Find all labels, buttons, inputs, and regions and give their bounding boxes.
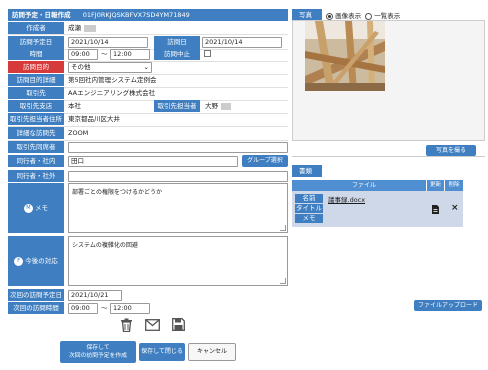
- attendee-label: 取引先同席者: [8, 141, 64, 153]
- internal-companion-input[interactable]: 田口: [68, 156, 238, 167]
- column-delete: 削除: [444, 180, 463, 191]
- divider: [292, 156, 485, 157]
- purpose-label: 訪問目的: [8, 61, 64, 73]
- next-time-label: 次回の訪問時間: [8, 302, 64, 314]
- contact-value: 大野: [205, 100, 231, 112]
- record-id: 01FJ0RKJQSKBFVX7SD4YM71849: [82, 11, 190, 19]
- external-companion-label: 同行者・社外: [8, 170, 64, 182]
- radio-list-label: 一覧表示: [374, 12, 401, 20]
- client-value: AAエンジニアリング株式会社: [68, 89, 156, 97]
- external-companion-input[interactable]: [68, 171, 288, 182]
- time-separator: ～: [101, 50, 108, 58]
- planned-date-label: 訪問予定日: [8, 36, 64, 48]
- form-title: 訪問予定・日報作成: [12, 11, 71, 19]
- cancel-button[interactable]: キャンセル: [188, 343, 236, 361]
- branch-label: 取引先支店: [8, 100, 64, 112]
- start-time-input[interactable]: 09:00: [68, 49, 98, 60]
- cancel-visit-checkbox[interactable]: [204, 50, 211, 57]
- address-label: 取引先担当者住所: [8, 113, 64, 125]
- document-row: 名前 タイトル メモ 議事録.docx ×: [292, 191, 463, 227]
- next-action-label-block: F 今後の対応: [8, 236, 64, 286]
- mail-icon[interactable]: [145, 319, 160, 333]
- end-time-input[interactable]: 12:00: [110, 49, 150, 60]
- radio-image-view[interactable]: [326, 12, 333, 20]
- save-and-create-next-button[interactable]: 保存して 次回の訪問予定を作成: [60, 341, 136, 363]
- doc-file-link[interactable]: 議事録.docx: [328, 194, 365, 204]
- photo-panel: 写真を撮る: [292, 20, 485, 156]
- chevron-down-icon: ⌄: [143, 63, 149, 71]
- author-label: 作成者: [8, 22, 64, 34]
- purpose-detail-value: 第5回社内管理システム定例会: [68, 76, 157, 84]
- next-date-label: 次回の訪問予定日: [8, 289, 64, 301]
- construction-photo[interactable]: [305, 21, 385, 91]
- column-file: ファイル: [352, 182, 377, 189]
- resize-handle[interactable]: [280, 278, 286, 284]
- photo-display-mode: 画像表示 一覧表示: [326, 10, 400, 20]
- column-update: 更新: [426, 180, 444, 191]
- branch-value: 本社: [68, 102, 81, 110]
- next-action-text: システムの複雑化の回避: [72, 242, 138, 249]
- memo-icon: M: [23, 203, 33, 213]
- next-action-icon: F: [14, 256, 24, 266]
- planned-date-input[interactable]: 2021/10/14: [68, 37, 148, 48]
- next-start-time-input[interactable]: 09:00: [68, 303, 98, 314]
- place-value: ZOOM: [68, 129, 89, 137]
- visit-date-label: 訪問日: [154, 36, 200, 48]
- internal-companion-label: 同行者・社内: [8, 155, 64, 167]
- divider: [8, 34, 288, 35]
- purpose-detail-label: 訪問目的詳細: [8, 74, 64, 86]
- time-label: 時間: [8, 48, 64, 60]
- visit-date-input[interactable]: 2021/10/14: [202, 37, 282, 48]
- next-action-textarea[interactable]: システムの複雑化の回避: [68, 236, 288, 286]
- author-value: 成瀬: [68, 22, 96, 34]
- memo-text: 部署ごとの権限をつけるかどうか: [72, 189, 162, 196]
- close-icon[interactable]: ×: [451, 203, 459, 213]
- doc-memo-label: メモ: [295, 214, 323, 223]
- group-select-button[interactable]: グループ選択: [242, 155, 288, 167]
- save-icon[interactable]: [172, 318, 185, 333]
- address-value: 東京都品川区大井: [68, 115, 120, 123]
- next-action-label: 今後の対応: [25, 257, 58, 265]
- take-photo-button[interactable]: 写真を撮る: [426, 145, 476, 156]
- cancel-visit-label: 訪問中止: [154, 48, 200, 60]
- contact-label: 取引先担当者: [154, 100, 200, 112]
- memo-label: メモ: [35, 204, 49, 212]
- attendee-input[interactable]: [68, 142, 288, 153]
- resize-handle[interactable]: [280, 225, 286, 231]
- place-label: 詳細な訪問先: [8, 127, 64, 139]
- document-icon[interactable]: [432, 205, 439, 216]
- radio-image-label: 画像表示: [335, 12, 362, 20]
- next-time-separator: ～: [101, 304, 108, 312]
- client-label: 取引先: [8, 87, 64, 99]
- doc-title-label: タイトル: [295, 204, 323, 213]
- memo-textarea[interactable]: 部署ごとの権限をつけるかどうか: [68, 183, 288, 233]
- trash-icon[interactable]: [120, 318, 133, 334]
- memo-label-block: M メモ: [8, 183, 64, 233]
- save-and-close-button[interactable]: 保存して閉じる: [139, 343, 185, 361]
- doc-name-label: 名前: [295, 194, 323, 203]
- next-date-input[interactable]: 2021/10/21: [68, 290, 122, 301]
- radio-list-view[interactable]: [365, 12, 373, 20]
- purpose-select[interactable]: その他 ⌄: [68, 62, 152, 73]
- documents-section-label: 書類: [292, 165, 322, 177]
- form-header: 訪問予定・日報作成 01FJ0RKJQSKBFVX7SD4YM71849: [8, 9, 288, 21]
- next-end-time-input[interactable]: 12:00: [110, 303, 150, 314]
- file-upload-button[interactable]: ファイルアップロード: [414, 300, 482, 311]
